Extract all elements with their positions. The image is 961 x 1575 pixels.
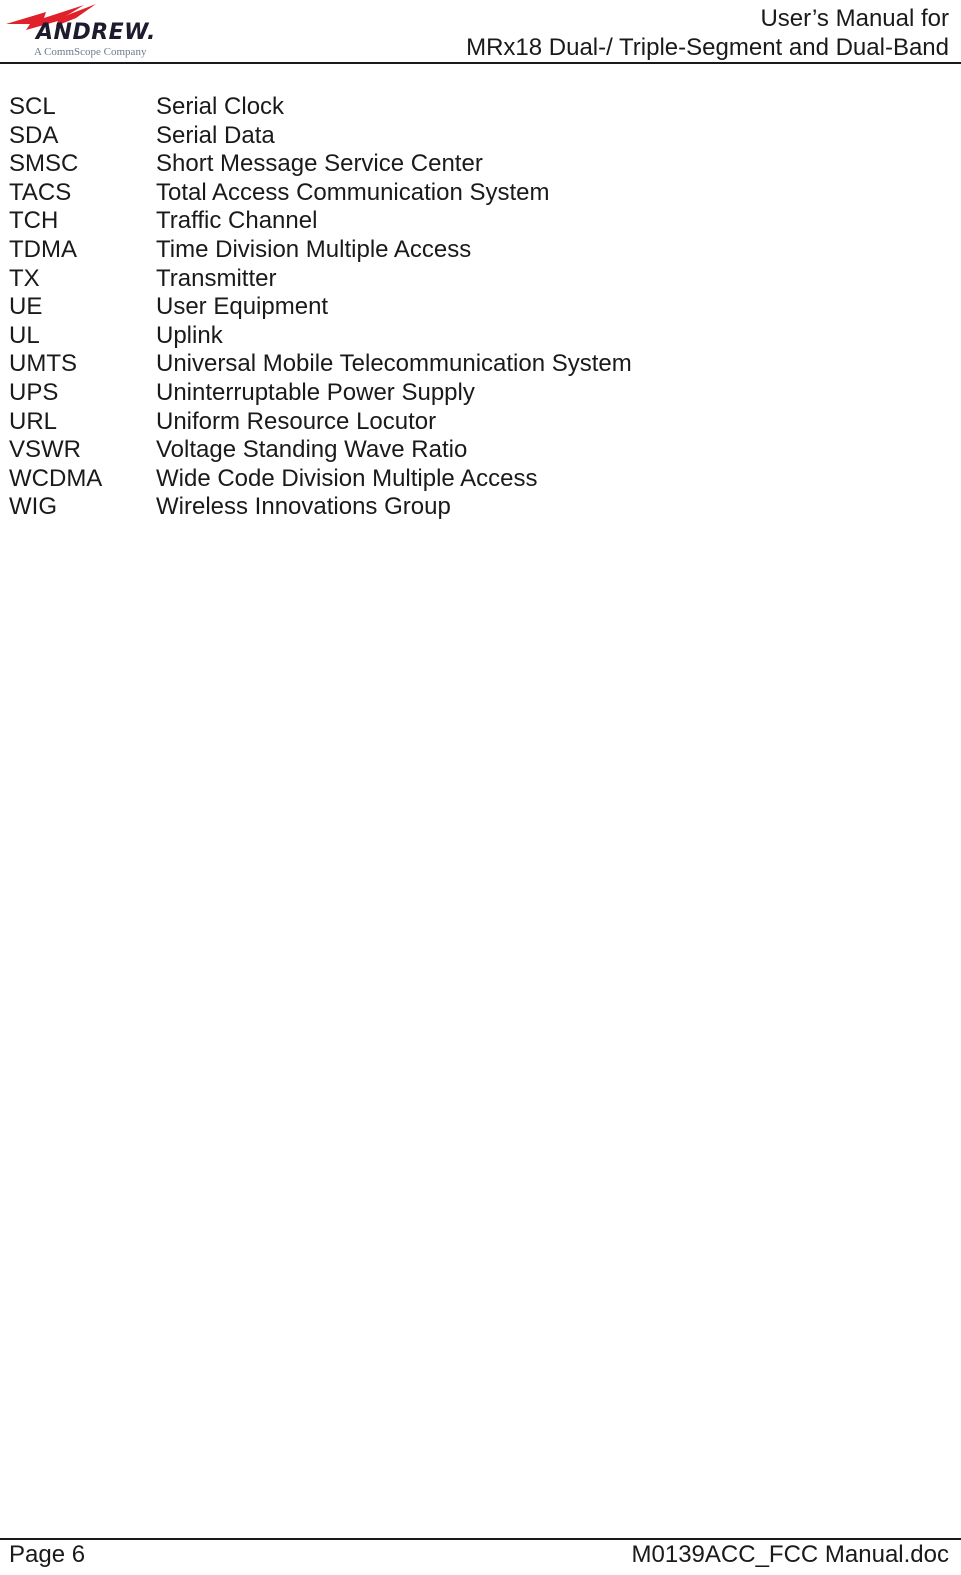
abbreviation: UL: [9, 321, 40, 349]
definition: Serial Data: [156, 121, 275, 149]
definition: Traffic Channel: [156, 207, 318, 235]
document-filename: M0139ACC_FCC Manual.doc: [631, 1541, 949, 1568]
document-title: User’s Manual for MRx18 Dual-/ Triple-Se…: [466, 4, 949, 62]
abbreviation: UMTS: [9, 350, 77, 378]
abbreviation: VSWR: [9, 436, 81, 464]
abbreviation: TDMA: [9, 235, 77, 263]
abbreviation: TCH: [9, 207, 59, 235]
definition: Voltage Standing Wave Ratio: [156, 436, 468, 464]
footer-divider: [0, 1538, 961, 1540]
definition: Uplink: [156, 321, 223, 349]
definition: Short Message Service Center: [156, 150, 483, 178]
abbreviation: UPS: [9, 378, 59, 406]
logo-tagline: A CommScope Company: [34, 46, 147, 58]
definition: Uniform Resource Locutor: [156, 407, 437, 435]
definition: Uninterruptable Power Supply: [156, 378, 475, 406]
header-divider: [0, 62, 961, 64]
abbreviation: SMSC: [9, 150, 79, 178]
abbreviation: TX: [9, 264, 40, 292]
abbreviation: TACS: [9, 178, 72, 206]
abbreviation: URL: [9, 407, 58, 435]
definition: Transmitter: [156, 264, 277, 292]
definition: Universal Mobile Telecommunication Syste…: [156, 350, 632, 378]
andrew-logo: ANDREW. A CommScope Company: [6, 2, 158, 62]
abbreviation: SCL: [9, 93, 56, 120]
definition: User Equipment: [156, 293, 329, 321]
title-line-1: User’s Manual for: [760, 5, 949, 32]
page-header: ANDREW. A CommScope Company User’s Manua…: [0, 0, 961, 64]
title-line-2: MRx18 Dual-/ Triple-Segment and Dual-Ban…: [466, 34, 949, 61]
abbreviation: SDA: [9, 121, 59, 149]
abbreviation: WIG: [9, 493, 57, 521]
definition: Time Division Multiple Access: [156, 235, 472, 263]
page-number: Page 6: [9, 1541, 86, 1568]
logo-brand: ANDREW.: [36, 20, 156, 45]
abbreviation: WCDMA: [9, 464, 103, 492]
definition: Wireless Innovations Group: [156, 493, 451, 521]
definition: Wide Code Division Multiple Access: [156, 464, 538, 492]
definition: Total Access Communication System: [156, 178, 550, 206]
abbreviation: UE: [9, 293, 43, 321]
definition: Serial Clock: [156, 93, 285, 120]
